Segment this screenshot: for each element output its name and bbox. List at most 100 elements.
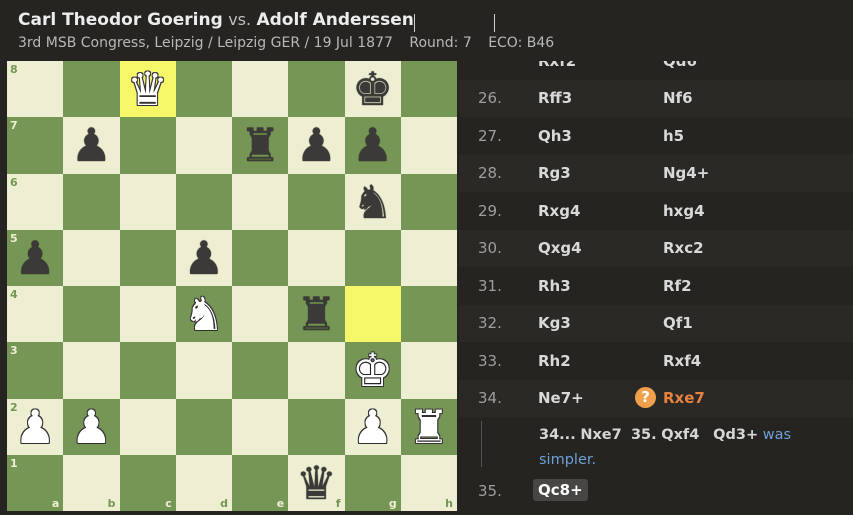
- black-pawn-icon[interactable]: ♟: [71, 122, 112, 168]
- square-h6[interactable]: [400, 173, 457, 230]
- square-c7[interactable]: [119, 117, 176, 174]
- current-move[interactable]: Qc8+: [533, 479, 588, 501]
- square-d5[interactable]: ♟: [175, 229, 232, 286]
- square-g4[interactable]: [344, 286, 401, 343]
- white-move[interactable]: Qh3: [538, 127, 572, 145]
- white-move[interactable]: Rg3: [538, 164, 571, 182]
- move-row[interactable]: 34. Ne7+ Rxe7?: [459, 380, 853, 417]
- square-d8[interactable]: [175, 61, 232, 118]
- white-move[interactable]: Ne7+: [538, 389, 584, 407]
- black-pawn-icon[interactable]: ♟: [296, 122, 337, 168]
- square-g1[interactable]: g: [344, 454, 401, 511]
- black-pawn-icon[interactable]: ♟: [183, 235, 224, 281]
- square-c8[interactable]: ♛: [119, 61, 176, 118]
- black-knight-icon[interactable]: ♞: [352, 179, 393, 225]
- square-b7[interactable]: ♟: [63, 117, 120, 174]
- square-g7[interactable]: ♟: [344, 117, 401, 174]
- square-f4[interactable]: ♜: [288, 286, 345, 343]
- square-f8[interactable]: [288, 61, 345, 118]
- white-move[interactable]: Rxf2: [538, 61, 576, 70]
- square-g8[interactable]: ♚: [344, 61, 401, 118]
- square-g5[interactable]: [344, 229, 401, 286]
- white-move[interactable]: Qxg4: [538, 239, 582, 257]
- square-b5[interactable]: [63, 229, 120, 286]
- square-a5[interactable]: 5 ♟: [7, 229, 64, 286]
- square-h5[interactable]: [400, 229, 457, 286]
- square-d4[interactable]: ♞: [175, 286, 232, 343]
- white-pawn-icon[interactable]: ♟: [71, 404, 112, 450]
- square-f1[interactable]: f ♛: [288, 454, 345, 511]
- square-e7[interactable]: ♜: [232, 117, 289, 174]
- black-rook-icon[interactable]: ♜: [240, 122, 281, 168]
- square-d7[interactable]: [175, 117, 232, 174]
- move-row[interactable]: 28. Rg3 Ng4+: [459, 155, 853, 192]
- square-c5[interactable]: [119, 229, 176, 286]
- square-d1[interactable]: d: [175, 454, 232, 511]
- chess-board[interactable]: 8 ♛ ♚ 7 ♟ ♜ ♟ ♟ 6 ♞ 5 ♟ ♟ 4 ♞ ♜ 3 ♚ 2 ♟ ♟ ♟ ♜ 1 a b c d e f ♛ g h: [7, 61, 457, 511]
- black-queen-icon[interactable]: ♛: [296, 460, 337, 506]
- variation-move[interactable]: 35.: [631, 427, 657, 443]
- square-e3[interactable]: [232, 342, 289, 399]
- square-e8[interactable]: [232, 61, 289, 118]
- square-h8[interactable]: [400, 61, 457, 118]
- black-move[interactable]: Rxc2: [663, 239, 704, 257]
- square-c4[interactable]: [119, 286, 176, 343]
- square-f7[interactable]: ♟: [288, 117, 345, 174]
- white-pawn-icon[interactable]: ♟: [352, 404, 393, 450]
- black-king-icon[interactable]: ♚: [352, 66, 393, 112]
- black-player-name[interactable]: Adolf Anderssen: [256, 10, 413, 30]
- square-a8[interactable]: 8: [7, 61, 64, 118]
- move-row[interactable]: 35. Qc8+: [459, 473, 853, 510]
- variation-move[interactable]: Nxe7: [580, 427, 621, 443]
- black-move[interactable]: Rxf4: [663, 352, 701, 370]
- black-move[interactable]: h5: [663, 127, 684, 145]
- square-f2[interactable]: [288, 398, 345, 455]
- square-h7[interactable]: [400, 117, 457, 174]
- square-c6[interactable]: [119, 173, 176, 230]
- black-move[interactable]: Nf6: [663, 89, 693, 107]
- square-b8[interactable]: [63, 61, 120, 118]
- square-b1[interactable]: b: [63, 454, 120, 511]
- square-f3[interactable]: [288, 342, 345, 399]
- square-g2[interactable]: ♟: [344, 398, 401, 455]
- square-b6[interactable]: [63, 173, 120, 230]
- square-h1[interactable]: h: [400, 454, 457, 511]
- square-g3[interactable]: ♚: [344, 342, 401, 399]
- move-row[interactable]: 29. Rxg4 hxg4: [459, 193, 853, 230]
- white-move[interactable]: Rff3: [538, 89, 572, 107]
- black-move[interactable]: Rxe7: [663, 389, 705, 407]
- square-b2[interactable]: ♟: [63, 398, 120, 455]
- square-e6[interactable]: [232, 173, 289, 230]
- square-e2[interactable]: [232, 398, 289, 455]
- square-h3[interactable]: [400, 342, 457, 399]
- square-a6[interactable]: 6: [7, 173, 64, 230]
- square-e1[interactable]: e: [232, 454, 289, 511]
- white-player-name[interactable]: Carl Theodor Goering: [18, 10, 223, 30]
- black-move[interactable]: Qd6: [663, 61, 697, 70]
- square-e5[interactable]: [232, 229, 289, 286]
- white-rook-icon[interactable]: ♜: [408, 404, 449, 450]
- square-a1[interactable]: 1a: [7, 454, 64, 511]
- square-b3[interactable]: [63, 342, 120, 399]
- square-d3[interactable]: [175, 342, 232, 399]
- white-move[interactable]: Kg3: [538, 314, 571, 332]
- black-pawn-icon[interactable]: ♟: [352, 122, 393, 168]
- white-move[interactable]: Rh2: [538, 352, 571, 370]
- move-row[interactable]: 32. Kg3 Qf1: [459, 305, 853, 342]
- black-pawn-icon[interactable]: ♟: [15, 235, 56, 281]
- move-row[interactable]: 26. Rff3 Nf6: [459, 80, 853, 117]
- square-g6[interactable]: ♞: [344, 173, 401, 230]
- black-move[interactable]: Qf1: [663, 314, 693, 332]
- white-pawn-icon[interactable]: ♟: [15, 404, 56, 450]
- white-king-icon[interactable]: ♚: [352, 347, 393, 393]
- move-row[interactable]: 31. Rh3 Rf2: [459, 268, 853, 305]
- white-queen-icon[interactable]: ♛: [127, 66, 168, 112]
- square-b4[interactable]: [63, 286, 120, 343]
- variation-move[interactable]: Qxf4: [661, 427, 699, 443]
- black-move[interactable]: Rf2: [663, 277, 692, 295]
- move-list[interactable]: Rxf2 Qd6 26. Rff3 Nf6 27. Qh3 h5 28. Rg3 Ng4+ 29.…: [459, 61, 853, 515]
- square-a7[interactable]: 7: [7, 117, 64, 174]
- square-a3[interactable]: 3: [7, 342, 64, 399]
- variation-move[interactable]: 34...: [539, 427, 576, 443]
- black-rook-icon[interactable]: ♜: [296, 291, 337, 337]
